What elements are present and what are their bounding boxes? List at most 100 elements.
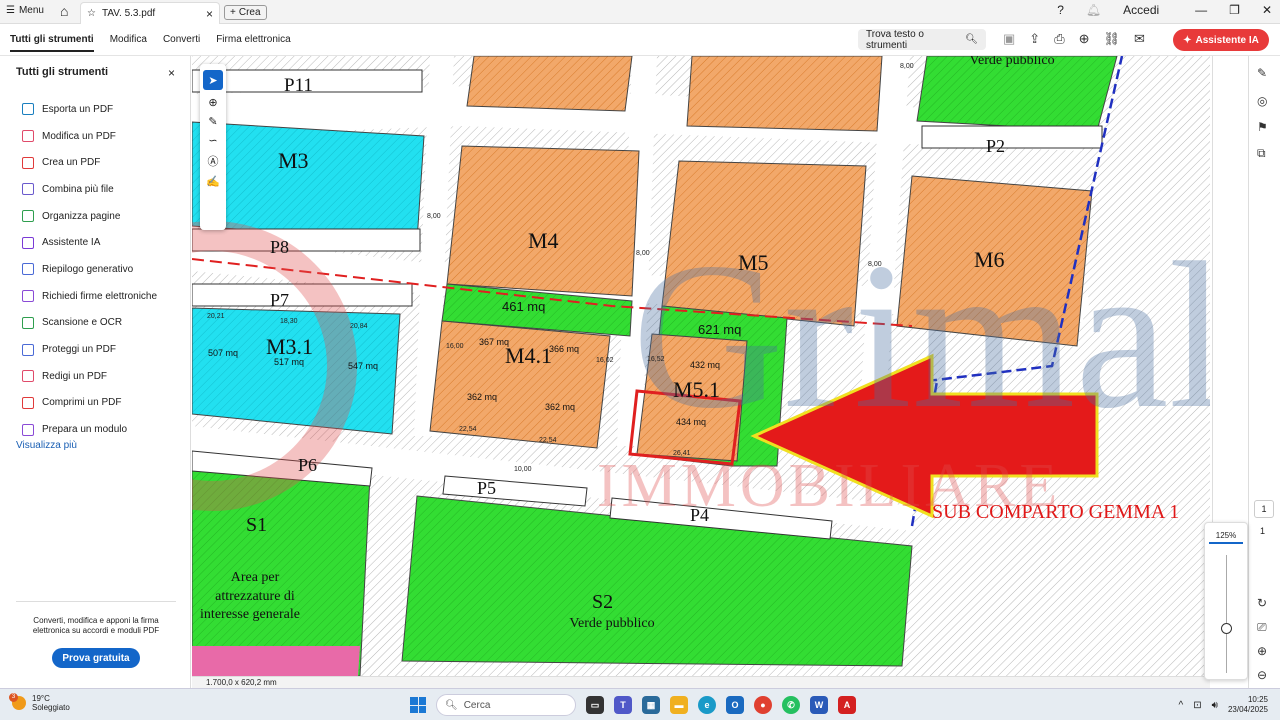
minimize-icon[interactable]: — [1195,3,1207,17]
comment-panel-icon[interactable]: ◎ [1257,94,1267,108]
ai-search-icon[interactable]: ⊕ [1079,31,1090,47]
bookmark-icon[interactable]: ⚑ [1257,120,1268,134]
star-icon[interactable]: ☆ [87,8,96,19]
menu-all-tools[interactable]: Tutti gli strumenti [10,34,94,52]
search-icon: 🔍︎ [965,34,978,45]
tool-icon [22,210,34,223]
tool-icon [22,236,34,249]
close-window-icon[interactable]: ✕ [1262,3,1272,17]
word-icon[interactable]: W [810,696,828,714]
freehand-draw-icon[interactable]: ∽ [208,134,217,147]
outlook-icon[interactable]: O [726,696,744,714]
edge-icon[interactable]: e [698,696,716,714]
teams-icon[interactable]: T [614,696,632,714]
sidebar-tool-item[interactable]: Esporta un PDF [22,96,157,123]
fit-page-icon[interactable]: ⎚ [1257,620,1267,635]
zoom-out-icon[interactable]: ⊖ [1257,668,1267,682]
sidebar-tool-item[interactable]: Comprimi un PDF [22,390,157,417]
close-sidebar-icon[interactable]: × [168,66,175,80]
taskbar-search[interactable]: 🔍︎ Cerca [436,694,576,716]
mail-icon[interactable]: ✉ [1134,31,1145,47]
sidebar-tool-item[interactable]: Redigi un PDF [22,363,157,390]
sidebar-tool-item[interactable]: Richiedi firme elettroniche [22,283,157,310]
sidebar-tool-item[interactable]: Crea un PDF [22,149,157,176]
sidebar-tool-item[interactable]: Prepara un modulo [22,416,157,443]
page-total: 1 [1260,526,1266,536]
zoom-level[interactable]: 125% [1209,531,1243,544]
new-tab-button[interactable]: + Crea [224,5,267,20]
signin-link[interactable]: Accedi [1123,3,1159,17]
print-icon[interactable]: ⎙ [1054,31,1064,47]
zoom-slider-knob[interactable] [1221,623,1232,634]
link-icon[interactable]: ⛓ [1104,31,1121,47]
chrome-icon[interactable]: ● [754,696,772,714]
label-m5: M5 [738,250,769,275]
sidebar-tool-item[interactable]: Combina più file [22,176,157,203]
highlight-pen-icon[interactable]: ✎ [208,115,217,128]
tool-list: Esporta un PDF Modifica un PDF Crea un PDF… [22,96,157,443]
volume-icon[interactable]: 🔊︎ [1212,700,1218,711]
sidebar-tool-label: Assistente IA [42,237,101,249]
sidebar-tool-item[interactable]: Modifica un PDF [22,123,157,150]
dim-13: 16,02 [596,357,614,364]
dim-3: 8,00 [868,261,882,268]
zoom-slider-track[interactable] [1226,555,1227,673]
scroll-rail[interactable] [1212,56,1240,556]
s1-text-line2: attrezzature di [215,589,295,604]
clock[interactable]: 10:25 23/04/2025 [1228,695,1268,715]
menu-convert[interactable]: Converti [163,34,200,52]
tool-icon [22,370,34,383]
bell-icon[interactable]: 🔔︎ [1086,3,1101,17]
find-tools-box[interactable]: Trova testo o strumenti 🔍︎ [858,28,986,51]
area-434: 434 mq [676,417,706,427]
weather-widget[interactable]: 3 19°C Soleggiato [9,693,70,712]
save-icon[interactable]: ▣ [1003,31,1015,47]
hamburger-icon: ☰ [6,5,15,16]
zoom-in-icon[interactable]: ⊕ [1257,644,1267,658]
pdf-page[interactable]: Grimaldi IMMOBILIARE P11 M3 P8 P7 M3.1 P… [192,56,1210,676]
page-number-input[interactable]: 1 [1254,500,1274,518]
explorer-icon[interactable]: ▬ [670,696,688,714]
close-tab-icon[interactable]: × [206,7,213,21]
rotate-icon[interactable]: ↻ [1257,596,1267,610]
edit-doc-icon[interactable]: ✎ [1257,66,1267,80]
new-tab-label: Crea [238,7,261,18]
menu-esign[interactable]: Firma elettronica [216,34,290,52]
windows-start-icon[interactable] [410,697,426,713]
tab-title: TAV. 5.3.pdf [101,8,156,19]
area-366: 366 mq [549,344,579,354]
show-more-link[interactable]: Visualizza più [16,440,77,451]
home-icon[interactable]: ⌂ [60,3,68,19]
sidebar-tool-item[interactable]: Riepilogo generativo [22,256,157,283]
tool-icon [22,183,34,196]
sidebar-tool-item[interactable]: Proteggi un PDF [22,336,157,363]
network-icon[interactable]: ⊡ [1193,700,1201,711]
label-p6: P6 [298,455,317,475]
whatsapp-icon[interactable]: ✆ [782,696,800,714]
tray-chevron-icon[interactable]: ^ [1179,700,1184,711]
select-cursor-icon[interactable]: ➤ [203,70,223,90]
page-size-status: 1.700,0 x 620,2 mm [192,676,1210,688]
pages-icon[interactable]: ⧉ [1257,146,1266,161]
text-box-icon[interactable]: Ⓐ [208,153,219,169]
find-label: Trova testo o strumenti [866,28,924,51]
upload-icon[interactable]: ⇪ [1029,31,1040,47]
task-view-icon[interactable]: ▭ [586,696,604,714]
sidebar-tool-item[interactable]: Scansione e OCR [22,310,157,337]
search-placeholder: Cerca [463,699,491,711]
restore-icon[interactable]: ❐ [1229,3,1240,17]
sidebar-tool-item[interactable]: Organizza pagine [22,203,157,230]
menu-button[interactable]: ☰ Menu [6,5,44,16]
help-icon[interactable]: ? [1057,3,1064,17]
free-trial-button[interactable]: Prova gratuita [52,648,140,668]
dim-10: 18,30 [280,318,298,325]
stamp-sign-icon[interactable]: ✍ [206,175,220,188]
document-tab[interactable]: ☆ TAV. 5.3.pdf × [80,2,220,24]
ai-assistant-button[interactable]: ✦ Assistente IA [1173,29,1269,51]
acrobat-icon[interactable]: A [838,696,856,714]
menu-edit[interactable]: Modifica [110,34,147,52]
comment-icon[interactable]: ⊕ [208,96,217,109]
sidebar-tool-item[interactable]: Assistente IA [22,229,157,256]
sidebar-tool-label: Organizza pagine [42,210,121,222]
store-icon[interactable]: ▦ [642,696,660,714]
